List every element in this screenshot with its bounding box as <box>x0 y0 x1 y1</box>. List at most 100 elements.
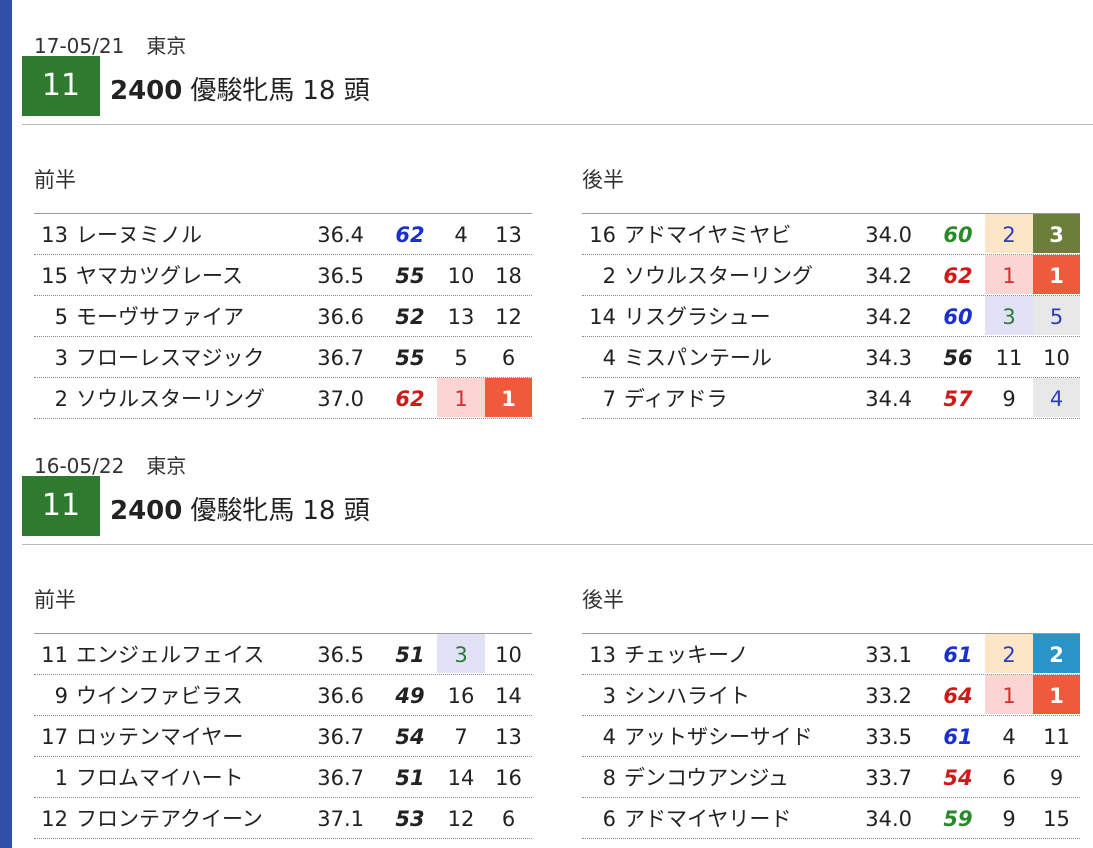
first-half-label: 前半 <box>34 588 76 612</box>
finish-rank: 16 <box>495 766 522 790</box>
horse-name[interactable]: フローレスマジック <box>76 337 326 376</box>
horse-name[interactable]: ヤマカツグレース <box>76 255 326 294</box>
split-time: 36.6 <box>317 684 364 708</box>
table-row[interactable]: 3 シンハライト 33.2 64 1 1 <box>582 675 1080 716</box>
horse-number: 3 <box>602 684 616 708</box>
finish-rank: 1 <box>1033 255 1080 294</box>
table-row[interactable]: 3 フローレスマジック 36.7 55 5 6 <box>34 337 532 378</box>
horse-name[interactable]: ソウルスターリング <box>76 378 326 417</box>
table-row[interactable]: 14 リスグラシュー 34.2 60 3 5 <box>582 296 1080 337</box>
horse-name[interactable]: レーヌミノル <box>76 214 326 253</box>
table-row[interactable]: 13 チェッキーノ 33.1 61 2 2 <box>582 634 1080 675</box>
horse-name[interactable]: デンコウアンジュ <box>624 757 874 796</box>
split-time: 34.0 <box>865 223 912 247</box>
race-number-badge[interactable]: 11 <box>22 56 100 116</box>
speed-index: 59 <box>943 807 973 831</box>
speed-index: 64 <box>943 684 973 708</box>
horse-number: 13 <box>589 643 616 667</box>
table-row[interactable]: 16 アドマイヤミヤビ 34.0 60 2 3 <box>582 214 1080 255</box>
speed-index: 62 <box>395 387 425 411</box>
speed-index: 52 <box>395 305 425 329</box>
table-row[interactable]: 4 ミスパンテール 34.3 56 11 10 <box>582 337 1080 378</box>
split-rank: 4 <box>1002 725 1016 749</box>
race-date: 16-05/22 <box>34 454 125 478</box>
horse-name[interactable]: エンジェルフェイス <box>76 634 326 673</box>
table-row[interactable]: 9 ウインファビラス 36.6 49 16 14 <box>34 675 532 716</box>
table-row[interactable]: 11 エンジェルフェイス 36.5 51 3 10 <box>34 634 532 675</box>
table-row[interactable]: 13 レーヌミノル 36.4 62 4 13 <box>34 214 532 255</box>
finish-rank: 11 <box>1043 725 1070 749</box>
table-row[interactable]: 2 ソウルスターリング 37.0 62 1 1 <box>34 378 532 419</box>
table-row[interactable]: 12 フロンテアクイーン 37.1 53 12 6 <box>34 798 532 839</box>
second-half-label: 後半 <box>582 168 624 192</box>
race-name: 優駿牝馬 <box>190 76 295 106</box>
horse-name[interactable]: ウインファビラス <box>76 675 326 714</box>
race-date: 17-05/21 <box>34 34 125 58</box>
split-time: 33.7 <box>865 766 912 790</box>
horse-name[interactable]: フロムマイハート <box>76 757 326 796</box>
finish-rank: 9 <box>1049 766 1064 790</box>
race-number-badge[interactable]: 11 <box>22 476 100 536</box>
split-rank: 2 <box>985 214 1033 253</box>
finish-rank: 6 <box>501 346 516 370</box>
table-row[interactable]: 1 フロムマイハート 36.7 51 14 16 <box>34 757 532 798</box>
split-rank: 12 <box>447 807 475 831</box>
horse-name[interactable]: アドマイヤリード <box>624 798 874 837</box>
horse-number: 11 <box>41 643 68 667</box>
second-half-table: 16 アドマイヤミヤビ 34.0 60 2 3 2 ソウルスターリング 34.2 62 1 1 14… <box>582 213 1080 419</box>
table-row[interactable]: 2 ソウルスターリング 34.2 62 1 1 <box>582 255 1080 296</box>
table-row[interactable]: 15 ヤマカツグレース 36.5 55 10 18 <box>34 255 532 296</box>
table-row[interactable]: 6 アドマイヤリード 34.0 59 9 15 <box>582 798 1080 839</box>
split-rank: 7 <box>454 725 468 749</box>
table-row[interactable]: 8 デンコウアンジュ 33.7 54 6 9 <box>582 757 1080 798</box>
table-row[interactable]: 5 モーヴサファイア 36.6 52 13 12 <box>34 296 532 337</box>
horse-name[interactable]: ディアドラ <box>624 378 874 417</box>
horse-number: 4 <box>602 725 616 749</box>
horse-name[interactable]: アドマイヤミヤビ <box>624 214 874 253</box>
split-time: 36.4 <box>317 223 364 247</box>
split-rank: 11 <box>995 346 1023 370</box>
speed-index: 56 <box>943 346 973 370</box>
split-time: 36.5 <box>317 264 364 288</box>
horse-number: 17 <box>41 725 68 749</box>
split-time: 36.7 <box>317 766 364 790</box>
finish-rank: 10 <box>1043 346 1070 370</box>
horse-number: 15 <box>41 264 68 288</box>
table-row[interactable]: 17 ロッテンマイヤー 36.7 54 7 13 <box>34 716 532 757</box>
horse-name[interactable]: シンハライト <box>624 675 874 714</box>
split-rank: 9 <box>1002 387 1016 411</box>
race-field-size: 18 頭 <box>302 76 370 106</box>
finish-rank: 3 <box>1033 214 1080 253</box>
split-rank: 14 <box>447 766 475 790</box>
horse-name[interactable]: リスグラシュー <box>624 296 874 335</box>
split-rank: 3 <box>437 634 485 673</box>
horse-name[interactable]: ソウルスターリング <box>624 255 874 294</box>
table-row[interactable]: 4 アットザシーサイド 33.5 61 4 11 <box>582 716 1080 757</box>
horse-number: 3 <box>54 346 68 370</box>
race-date-venue: 17-05/21 東京 <box>34 30 208 59</box>
horse-name[interactable]: ミスパンテール <box>624 337 874 376</box>
horse-number: 1 <box>54 766 68 790</box>
race-distance: 2400 <box>110 496 183 526</box>
horse-name[interactable]: チェッキーノ <box>624 634 874 673</box>
split-time: 33.1 <box>865 643 912 667</box>
split-time: 33.2 <box>865 684 912 708</box>
split-time: 34.3 <box>865 346 912 370</box>
horse-number: 4 <box>602 346 616 370</box>
finish-rank: 13 <box>495 223 522 247</box>
race-field-size: 18 頭 <box>302 496 370 526</box>
speed-index: 61 <box>943 643 973 667</box>
first-half-label: 前半 <box>34 168 76 192</box>
horse-name[interactable]: アットザシーサイド <box>624 716 874 755</box>
second-half-table: 13 チェッキーノ 33.1 61 2 2 3 シンハライト 33.2 64 1 1 4 アットザシー… <box>582 633 1080 839</box>
split-rank: 1 <box>985 675 1033 714</box>
speed-index: 62 <box>943 264 973 288</box>
speed-index: 51 <box>395 643 425 667</box>
split-time: 37.0 <box>317 387 364 411</box>
horse-number: 16 <box>589 223 616 247</box>
horse-name[interactable]: フロンテアクイーン <box>76 798 326 837</box>
horse-name[interactable]: ロッテンマイヤー <box>76 716 326 755</box>
horse-name[interactable]: モーヴサファイア <box>76 296 326 335</box>
race-distance: 2400 <box>110 76 183 106</box>
table-row[interactable]: 7 ディアドラ 34.4 57 9 4 <box>582 378 1080 419</box>
